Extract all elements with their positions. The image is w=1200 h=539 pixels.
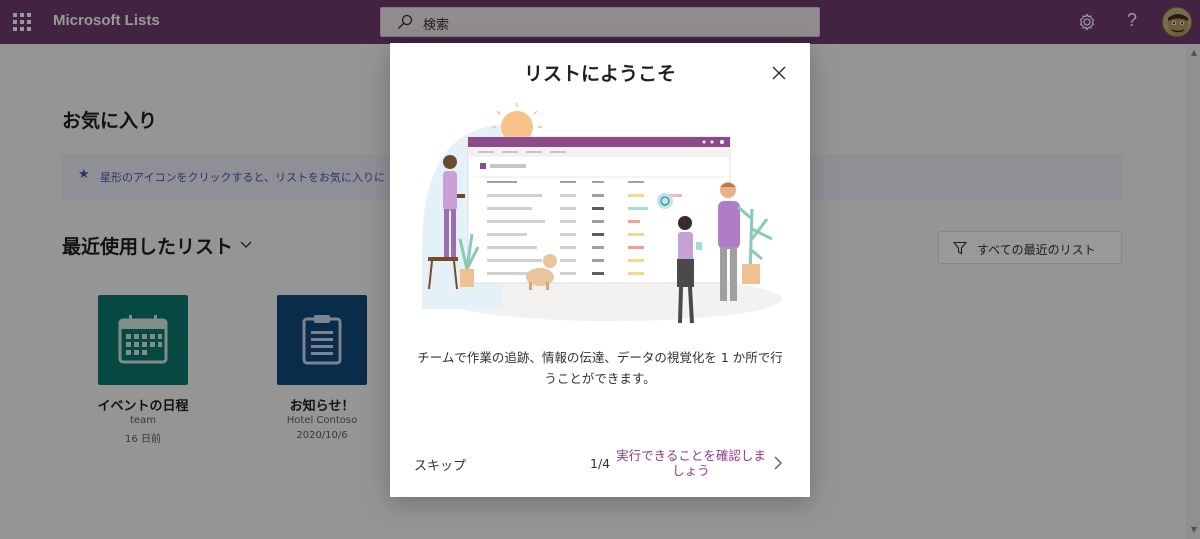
welcome-dialog: リストにようこそ チームで作業の追跡、情報の伝達、データの視覚化を 1 か所で行…: [390, 43, 810, 497]
dialog-title: リストにようこそ: [523, 63, 676, 85]
welcome-illustration: [422, 103, 782, 324]
close-icon[interactable]: [771, 65, 787, 81]
dialog-description: チームで作業の追跡、情報の伝達、データの視覚化を 1 か所で行うことができます。: [417, 350, 783, 386]
next-button[interactable]: 実行できることを確認しましょう: [616, 448, 766, 478]
chevron-right-icon[interactable]: [772, 455, 784, 471]
skip-button[interactable]: スキップ: [414, 455, 466, 474]
page-indicator: 1/4: [590, 456, 611, 471]
